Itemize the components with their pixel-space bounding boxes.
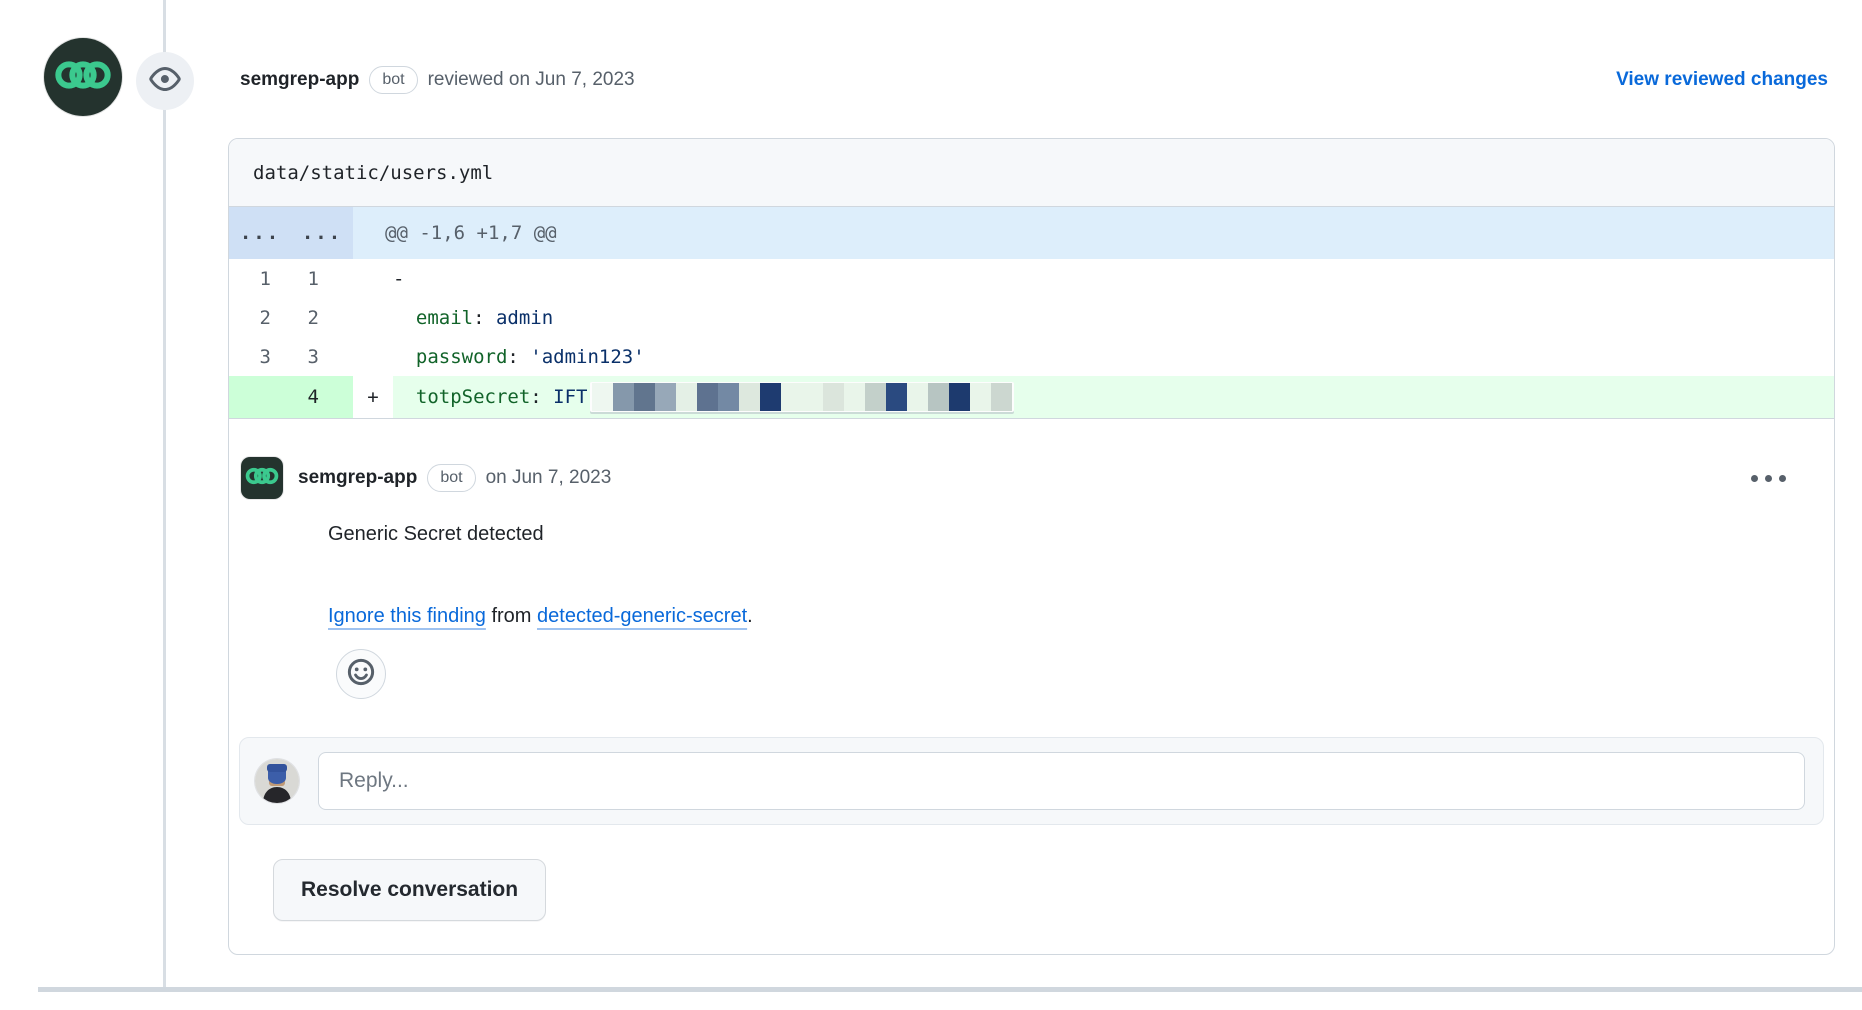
review-thread-card: data/static/users.yml ... ... @@ -1,6 +1… <box>228 138 1835 955</box>
diff-line-content: password: 'admin123' <box>393 337 1834 376</box>
line-number-new: 3 <box>291 337 353 376</box>
code-segment: password <box>416 346 508 368</box>
diff-line-content: - <box>393 259 1834 298</box>
diff-sign <box>353 298 393 337</box>
code-segment <box>393 386 416 408</box>
code-segment: IFT <box>553 386 587 408</box>
review-action-text: reviewed on Jun 7, 2023 <box>428 69 635 91</box>
view-reviewed-changes-link[interactable]: View reviewed changes <box>1616 69 1828 91</box>
pr-review-thread: semgrep-app bot reviewed on Jun 7, 2023 … <box>0 0 1862 1010</box>
comment-header: semgrep-app bot on Jun 7, 2023 <box>241 455 1792 501</box>
smiley-icon <box>346 657 376 692</box>
comment-meta-date: on Jun 7, 2023 <box>486 467 612 489</box>
diff-sign: + <box>353 376 393 418</box>
redacted-secret-block <box>865 383 886 411</box>
code-segment: 'admin123' <box>530 346 644 368</box>
redacted-secret-block <box>886 383 907 411</box>
line-number-new: 2 <box>291 298 353 337</box>
redacted-secret-block <box>970 383 991 411</box>
comment-footer-links: Ignore this finding from detected-generi… <box>328 605 1792 635</box>
redacted-secret-block <box>991 383 1012 411</box>
add-reaction-button[interactable] <box>336 649 386 699</box>
comment-author-name[interactable]: semgrep-app <box>298 467 417 489</box>
code-segment: : <box>473 307 496 329</box>
redacted-secret-block <box>592 383 613 411</box>
code-segment: : <box>530 386 553 408</box>
bot-badge: bot <box>427 464 475 492</box>
code-segment: totpSecret <box>416 386 530 408</box>
redacted-secret-block <box>844 383 865 411</box>
line-number-old: 1 <box>229 259 291 298</box>
reply-bar <box>239 737 1824 825</box>
redacted-secret-block <box>718 383 739 411</box>
reply-input[interactable] <box>318 752 1805 810</box>
bot-badge: bot <box>369 66 417 94</box>
redacted-secret-block <box>823 383 844 411</box>
review-header: semgrep-app bot reviewed on Jun 7, 2023 … <box>240 56 1828 104</box>
code-segment: admin <box>496 307 553 329</box>
diff-line: 2 2 email: admin <box>229 298 1834 337</box>
semgrep-logo-icon <box>54 46 112 109</box>
rule-link[interactable]: detected-generic-secret <box>537 605 747 627</box>
code-segment: email <box>416 307 473 329</box>
code-segment: - <box>393 268 404 290</box>
diff-line: 1 1 - <box>229 259 1834 298</box>
semgrep-logo-icon <box>245 459 279 498</box>
redacted-secret <box>590 382 1014 412</box>
line-number-new: 4 <box>291 376 353 418</box>
redacted-secret-block <box>949 383 970 411</box>
diff-line: 3 3 password: 'admin123' <box>229 337 1834 376</box>
links-period: . <box>747 605 753 627</box>
comment-author-avatar[interactable] <box>241 457 283 499</box>
expand-hunk-new-button[interactable]: ... <box>291 222 353 244</box>
redacted-secret-block <box>655 383 676 411</box>
redacted-secret-block <box>613 383 634 411</box>
redacted-secret-block <box>697 383 718 411</box>
diff-hunk-gutter: ... ... <box>229 207 353 259</box>
redacted-secret-block <box>802 383 823 411</box>
diff-hunk-header: @@ -1,6 +1,7 @@ <box>353 207 1834 259</box>
diff-sign <box>353 337 393 376</box>
links-middle-text: from <box>486 605 537 627</box>
section-divider <box>38 987 1862 992</box>
user-avatar-photo[interactable] <box>255 759 299 803</box>
redacted-secret-block <box>676 383 697 411</box>
timeline-line <box>163 0 166 990</box>
file-path-link[interactable]: data/static/users.yml <box>253 162 493 184</box>
review-event-badge <box>136 52 194 110</box>
expand-hunk-old-button[interactable]: ... <box>229 222 291 244</box>
redacted-secret-block <box>760 383 781 411</box>
redacted-secret-block <box>781 383 802 411</box>
redacted-secret-block <box>928 383 949 411</box>
kebab-horizontal-icon[interactable] <box>1745 469 1792 488</box>
diff-file-header: data/static/users.yml <box>229 139 1834 207</box>
eye-icon <box>149 63 181 100</box>
code-segment: : <box>507 346 530 368</box>
line-number-old: 2 <box>229 298 291 337</box>
review-author-name[interactable]: semgrep-app <box>240 69 359 91</box>
diff-line-content: totpSecret: IFT <box>393 376 1834 418</box>
comment-body-text: Generic Secret detected <box>328 523 1792 551</box>
diff-line-content: email: admin <box>393 298 1834 337</box>
code-segment <box>393 307 416 329</box>
diff-line: 4 + totpSecret: IFT <box>229 376 1834 418</box>
redacted-secret-block <box>739 383 760 411</box>
diff-code-rows: 1 1 - 2 2 email: admin 3 3 password: 'ad… <box>229 259 1834 419</box>
review-author-avatar[interactable] <box>44 38 122 116</box>
diff-sign <box>353 259 393 298</box>
line-number-new: 1 <box>291 259 353 298</box>
diff-hunk-row: ... ... @@ -1,6 +1,7 @@ <box>229 207 1834 259</box>
redacted-secret-block <box>634 383 655 411</box>
line-number-old: 3 <box>229 337 291 376</box>
resolve-conversation-button[interactable]: Resolve conversation <box>273 859 546 921</box>
line-number-old <box>229 376 291 418</box>
code-segment <box>393 346 416 368</box>
redacted-secret-block <box>907 383 928 411</box>
ignore-finding-link[interactable]: Ignore this finding <box>328 605 486 627</box>
